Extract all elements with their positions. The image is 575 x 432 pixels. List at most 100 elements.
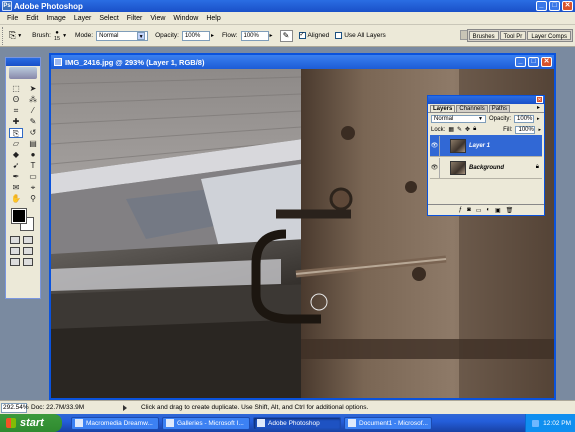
pen-icon[interactable]: ✒ [9, 172, 23, 182]
menu-layer[interactable]: Layer [70, 15, 96, 22]
delete-layer-icon[interactable]: 🗑︎ [506, 207, 514, 214]
menu-window[interactable]: Window [169, 15, 202, 22]
close-button[interactable]: ✕ [562, 1, 573, 11]
blend-mode-select[interactable]: Normal ▼ [431, 114, 486, 123]
type-icon[interactable]: T [26, 161, 40, 171]
lock-position-icon[interactable]: ✥ [465, 126, 470, 133]
taskbar-item-photoshop[interactable]: Adobe Photoshop [253, 416, 341, 430]
start-button[interactable]: start [0, 414, 62, 432]
lock-all-icon[interactable]: 🔒︎ [473, 126, 476, 133]
blur-icon[interactable]: ◆ [9, 150, 23, 160]
history-brush-icon[interactable]: ↺ [26, 128, 40, 138]
path-selection-icon[interactable]: ➹ [9, 161, 23, 171]
document-close-button[interactable]: ✕ [541, 57, 552, 67]
menu-filter[interactable]: Filter [123, 15, 147, 22]
layer-style-icon[interactable]: ƒ [459, 207, 462, 213]
clone-stamp-icon[interactable]: ⎘ [9, 128, 23, 138]
shape-icon[interactable]: ▭ [26, 172, 40, 182]
menu-help[interactable]: Help [202, 15, 224, 22]
mode-select[interactable]: Normal ▼ [96, 30, 149, 41]
visibility-eye-icon[interactable]: 👁︎ [430, 157, 440, 178]
layers-panel-titlebar[interactable]: ✕ [428, 96, 544, 104]
tab-channels[interactable]: Channels [456, 105, 488, 112]
foreground-color-swatch[interactable] [11, 208, 27, 224]
hand-icon[interactable]: ✋ [9, 194, 23, 204]
menu-edit[interactable]: Edit [22, 15, 42, 22]
document-minimize-button[interactable]: _ [515, 57, 526, 67]
jump-to-imageready-icon[interactable] [23, 258, 33, 266]
blend-mode-dropdown-icon[interactable]: ▼ [478, 116, 483, 122]
layer-row-background[interactable]: 👁︎ Background 🔒︎ [430, 157, 542, 179]
zoom-icon[interactable]: ⚲ [26, 194, 40, 204]
toolbox-titlebar[interactable] [6, 58, 40, 66]
palette-tab-layer-comps[interactable]: Layer Comps [527, 31, 571, 40]
lasso-icon[interactable]: ʘ [9, 95, 23, 105]
taskbar-item-internet-explorer[interactable]: Galleries - Microsoft I... [162, 416, 250, 430]
eyedropper-icon[interactable]: ⌖ [26, 183, 40, 193]
marquee-icon[interactable]: ⬚ [9, 84, 23, 94]
clone-stamp-preset-icon[interactable]: ⎘ [9, 30, 16, 41]
menu-image[interactable]: Image [42, 15, 69, 22]
tab-layers[interactable]: Layers [430, 105, 456, 112]
visibility-eye-icon[interactable]: 👁︎ [430, 135, 440, 156]
gradient-icon[interactable]: ▤ [26, 139, 40, 149]
preset-arrow-icon[interactable]: ▼ [17, 33, 22, 39]
document-maximize-button[interactable]: □ [528, 57, 539, 67]
adjustment-layer-icon[interactable]: ◐ [486, 207, 490, 213]
toolbox-logo[interactable] [9, 67, 37, 79]
quick-mask-icon[interactable] [23, 236, 33, 244]
fill-field[interactable]: 100% [515, 125, 536, 134]
notes-icon[interactable]: ✉ [9, 183, 23, 193]
layer-set-icon[interactable]: ▭ [476, 207, 482, 214]
slice-icon[interactable]: ⁄ [26, 106, 40, 116]
palette-tab-tool-presets[interactable]: Tool Pr [499, 31, 527, 40]
palette-well: Brushes Tool Pr Layer Comps [466, 29, 573, 42]
taskbar-item-word[interactable]: Document1 - Microsof... [344, 416, 432, 430]
mode-dropdown-icon[interactable]: ▼ [137, 31, 146, 40]
flow-arrow-icon[interactable]: ▸ [270, 32, 273, 39]
screen-mode-standard-icon[interactable] [10, 247, 20, 255]
screen-mode-full-menu-icon[interactable] [23, 247, 33, 255]
layer-opacity-arrow-icon[interactable]: ▸ [537, 116, 540, 122]
layers-panel-close-button[interactable]: ✕ [536, 96, 543, 103]
new-layer-icon[interactable]: ▣ [495, 207, 501, 214]
maximize-button[interactable]: □ [549, 1, 560, 11]
tray-icon[interactable] [532, 419, 540, 427]
zoom-field[interactable]: 292.54% [1, 402, 29, 413]
fill-arrow-icon[interactable]: ▸ [538, 127, 541, 133]
dodge-icon[interactable]: ● [26, 150, 40, 160]
layer-opacity-field[interactable]: 100% [514, 114, 535, 123]
document-titlebar[interactable]: IMG_2416.jpg @ 293% (Layer 1, RGB/8) _ □… [51, 55, 554, 69]
eraser-icon[interactable]: ▱ [9, 139, 23, 149]
lock-image-icon[interactable]: ✎ [457, 126, 462, 133]
opacity-arrow-icon[interactable]: ▸ [211, 32, 214, 39]
brush-picker[interactable]: ● 15 [54, 30, 60, 42]
panel-menu-icon[interactable]: ▸ [535, 105, 542, 112]
screen-mode-full-icon[interactable] [10, 258, 20, 266]
options-grip[interactable] [2, 26, 5, 45]
minimize-button[interactable]: _ [536, 1, 547, 11]
status-menu-arrow-icon[interactable] [123, 404, 127, 411]
airbrush-icon[interactable]: ✎ [279, 29, 293, 42]
tab-paths[interactable]: Paths [488, 105, 511, 112]
menu-file[interactable]: File [3, 15, 22, 22]
use-all-layers-checkbox[interactable]: Use All Layers [335, 32, 386, 39]
layer-row-layer-1[interactable]: 👁︎ Layer 1 [430, 135, 542, 157]
flow-field[interactable]: 100% [240, 30, 269, 41]
aligned-checkbox[interactable]: ✓ Aligned [298, 32, 329, 39]
move-icon[interactable]: ➤ [26, 84, 40, 94]
taskbar-item-dreamweaver[interactable]: Macromedia Dreamw... [71, 416, 159, 430]
brush-icon[interactable]: ✎ [26, 117, 40, 127]
crop-icon[interactable]: ⌗ [9, 106, 23, 116]
standard-mode-icon[interactable] [10, 236, 20, 244]
brush-arrow-icon[interactable]: ▼ [62, 33, 67, 39]
lock-transparency-icon[interactable]: ▦ [448, 126, 454, 133]
magic-wand-icon[interactable]: ⁂ [26, 95, 40, 105]
opacity-field[interactable]: 100% [181, 30, 210, 41]
layers-panel: ✕ Layers Channels Paths ▸ Normal ▼ Opaci… [427, 95, 545, 216]
menu-view[interactable]: View [146, 15, 169, 22]
palette-tab-brushes[interactable]: Brushes [468, 31, 499, 40]
menu-select[interactable]: Select [95, 15, 122, 22]
layer-mask-icon[interactable]: ◙ [467, 207, 471, 213]
healing-brush-icon[interactable]: ✚ [9, 117, 23, 127]
